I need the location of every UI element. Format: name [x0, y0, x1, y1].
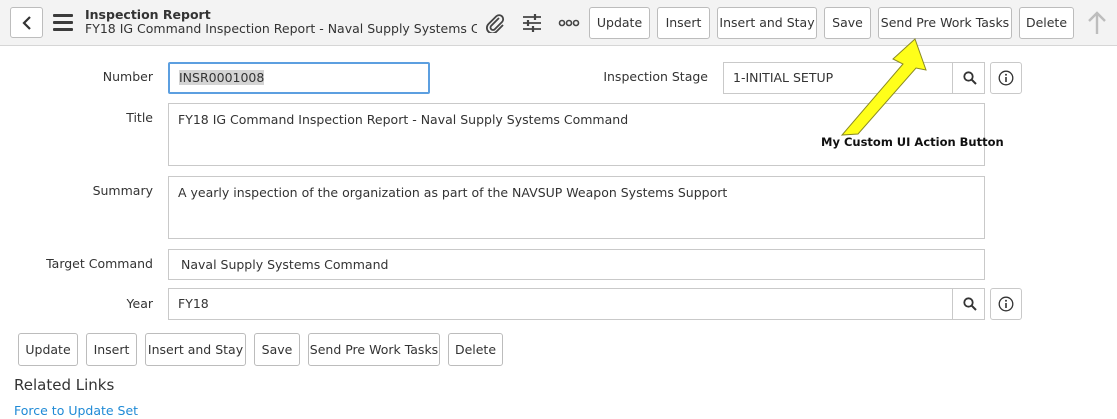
number-field[interactable]: INSR0001008: [168, 62, 430, 94]
insert-and-stay-button[interactable]: Insert and Stay: [145, 333, 246, 366]
year-lookup-button[interactable]: [952, 288, 985, 320]
annotation-label: My Custom UI Action Button: [821, 135, 1004, 149]
title-label: Title: [126, 110, 153, 125]
summary-field[interactable]: A yearly inspection of the organization …: [168, 176, 985, 239]
related-links-heading: Related Links: [14, 376, 115, 394]
inspection-stage-lookup-button[interactable]: [952, 62, 985, 94]
info-icon: [998, 296, 1014, 312]
search-icon: [963, 297, 977, 311]
hamburger-menu-icon[interactable]: [53, 14, 73, 31]
header-delete-button[interactable]: Delete: [1019, 7, 1074, 39]
inspection-stage-info-button[interactable]: [990, 62, 1022, 94]
delete-button[interactable]: Delete: [448, 333, 503, 366]
inspection-stage-label: Inspection Stage: [603, 69, 708, 84]
header-update-button[interactable]: Update: [589, 7, 650, 39]
annotation-arrow-icon: [840, 38, 927, 136]
number-label: Number: [102, 69, 153, 84]
year-field[interactable]: FY18: [168, 288, 953, 320]
year-info-button[interactable]: [990, 288, 1022, 320]
related-link-force-to-update-set[interactable]: Force to Update Set: [14, 403, 138, 418]
header-insert-and-stay-button[interactable]: Insert and Stay: [717, 7, 817, 39]
search-icon: [963, 71, 977, 85]
summary-label: Summary: [92, 183, 153, 198]
send-pre-work-tasks-button[interactable]: Send Pre Work Tasks: [308, 333, 440, 366]
chevron-left-icon: [22, 16, 31, 30]
save-button[interactable]: Save: [254, 333, 300, 366]
more-options-icon[interactable]: [558, 13, 580, 33]
info-icon: [998, 70, 1014, 86]
target-command-field[interactable]: Naval Supply Systems Command: [168, 249, 985, 280]
header-insert-button[interactable]: Insert: [657, 7, 710, 39]
insert-button[interactable]: Insert: [86, 333, 137, 366]
form-name: Inspection Report: [85, 7, 211, 22]
record-title: FY18 IG Command Inspection Report - Nava…: [85, 21, 477, 36]
form-header: Inspection Report FY18 IG Command Inspec…: [0, 0, 1117, 46]
number-value: INSR0001008: [179, 70, 265, 85]
settings-sliders-icon[interactable]: [521, 13, 543, 33]
back-button[interactable]: [10, 7, 43, 38]
year-label: Year: [126, 296, 153, 311]
target-command-label: Target Command: [46, 256, 153, 271]
arrow-up-icon[interactable]: [1087, 11, 1107, 35]
paperclip-icon[interactable]: [484, 13, 506, 33]
update-button[interactable]: Update: [18, 333, 78, 366]
